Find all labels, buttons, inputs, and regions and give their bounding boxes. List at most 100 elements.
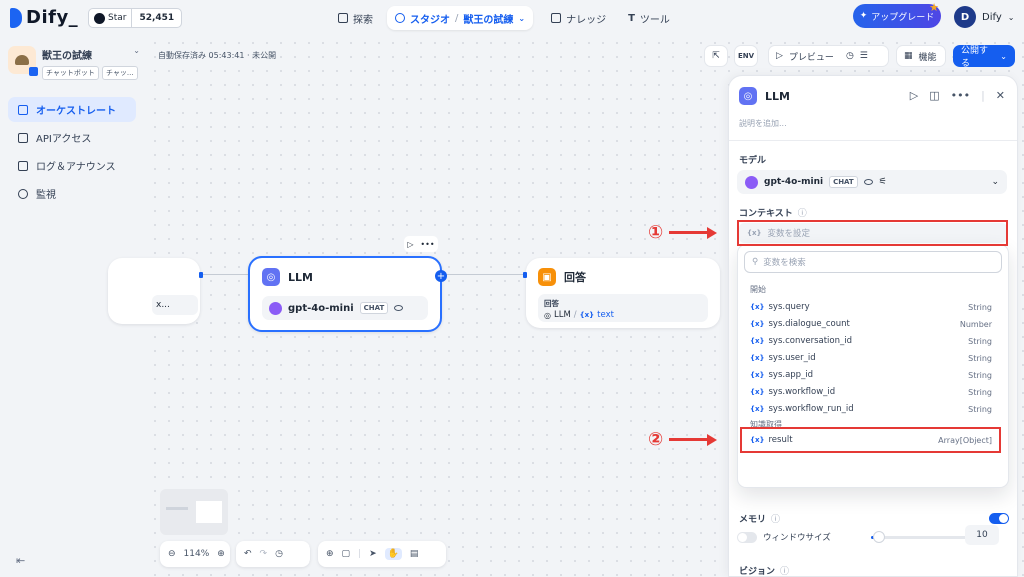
variable-option[interactable]: {x} sys.workflow_id String xyxy=(750,384,992,400)
variable-option[interactable]: {x} sys.workflow_run_id String xyxy=(750,401,992,417)
llm-ref-icon: ◎ xyxy=(544,310,551,320)
play-icon[interactable]: ▷ xyxy=(910,89,918,102)
nav-tools[interactable]: T ツール xyxy=(620,6,678,30)
features-button[interactable]: ▦ 機能 xyxy=(896,45,946,67)
brand-name: Dify_ xyxy=(26,7,79,28)
nav-explore[interactable]: 探索 xyxy=(330,6,381,30)
llm-node[interactable]: ◎ LLM gpt-4o-mini CHAT + xyxy=(248,256,447,332)
nav-studio[interactable]: スタジオ / 獣王の試練 ⌄ xyxy=(387,6,534,30)
note-icon[interactable]: ▢ xyxy=(342,549,351,559)
node-handle[interactable] xyxy=(199,272,203,278)
group-start: 開始 xyxy=(750,285,766,294)
variable-option[interactable]: {x} sys.user_id String xyxy=(750,350,992,366)
star-icon: ★ xyxy=(929,1,939,14)
more-icon[interactable]: ••• xyxy=(420,240,434,249)
openai-icon xyxy=(269,301,282,315)
window-size-input[interactable]: 10 xyxy=(965,525,999,545)
sidebar-item-logs[interactable]: ログ＆アナウンス xyxy=(8,153,136,178)
more-icon[interactable]: ••• xyxy=(951,89,970,102)
app-tag: チャットボット xyxy=(42,66,99,80)
annotation-arrow-1: ① xyxy=(648,222,718,243)
chevron-down-icon: ⌄ xyxy=(133,46,140,55)
play-icon[interactable]: ▷ xyxy=(407,240,413,249)
terminal-icon xyxy=(18,132,28,143)
annotation-arrow-2: ② xyxy=(648,429,718,450)
memory-toggle[interactable] xyxy=(989,513,1009,524)
zoom-controls: ⊖ 114% ⊕ xyxy=(160,541,230,567)
pointer-icon[interactable]: ➤ xyxy=(369,549,377,559)
variable-icon: {x} xyxy=(750,354,765,362)
add-block-icon[interactable]: ⊕ xyxy=(326,549,334,559)
history-icon[interactable]: ◷ xyxy=(275,549,283,559)
add-node-icon[interactable]: + xyxy=(435,270,447,282)
book-icon xyxy=(551,13,562,23)
nav-knowledge[interactable]: ナレッジ xyxy=(543,6,614,30)
slider-handle[interactable] xyxy=(872,530,885,543)
collapse-sidebar-icon[interactable]: ⇤ xyxy=(16,554,25,567)
history-icon[interactable]: ◷ xyxy=(846,51,854,61)
app-name: 獣王の試練 xyxy=(42,51,92,62)
organize-icon[interactable]: ▤ xyxy=(410,549,419,559)
env-button[interactable]: ENV xyxy=(734,45,758,67)
variable-icon: {x} xyxy=(750,371,765,379)
checklist-button[interactable]: ⇱ xyxy=(704,45,728,67)
orchestrate-icon xyxy=(18,104,28,115)
variable-option[interactable]: {x} sys.dialogue_count Number xyxy=(750,316,992,332)
sidebar-item-monitoring[interactable]: 監視 xyxy=(8,181,136,206)
split-view-icon[interactable]: ◫ xyxy=(929,89,939,102)
hand-icon[interactable]: ✋ xyxy=(384,548,402,560)
variable-icon: {x} xyxy=(750,405,765,413)
close-icon[interactable]: ✕ xyxy=(996,89,1005,102)
app-info[interactable]: 獣王の試練 ⌄ チャットボット チャッ... xyxy=(8,46,142,80)
start-node[interactable]: x... xyxy=(108,258,203,324)
variable-option[interactable]: {x} sys.app_id String xyxy=(750,367,992,383)
zoom-out-icon[interactable]: ⊖ xyxy=(168,549,176,559)
answer-icon: ▣ xyxy=(538,268,556,286)
openai-icon xyxy=(745,175,758,189)
llm-model: gpt-4o-mini CHAT xyxy=(262,296,428,320)
help-icon[interactable]: ⓘ xyxy=(771,512,780,525)
answer-node[interactable]: ▣ 回答 回答 ◎ LLM / {x} text xyxy=(523,258,720,328)
canvas-tools: ⊕ ▢ | ➤ ✋ ▤ xyxy=(318,541,446,567)
variable-icon: {x} xyxy=(750,388,765,396)
memory-label: メモリ xyxy=(739,515,767,525)
variable-option[interactable]: {x} sys.query String xyxy=(750,299,992,315)
variable-option[interactable]: {x} sys.conversation_id String xyxy=(750,333,992,349)
upgrade-button[interactable]: ✦ アップグレード ★ xyxy=(853,1,941,28)
sidebar-item-orchestrate[interactable]: オーケストレート xyxy=(8,97,136,122)
main-nav: 探索 スタジオ / 獣王の試練 ⌄ ナレッジ T ツール xyxy=(330,6,678,30)
dify-logo[interactable]: Dify_ xyxy=(10,7,78,28)
external-icon: ⇱ xyxy=(712,51,720,61)
publish-button[interactable]: 公開する ⌄ xyxy=(953,45,1015,69)
redo-icon[interactable]: ↷ xyxy=(260,549,268,559)
model-selector[interactable]: gpt-4o-mini CHAT ⚟ ⌄ xyxy=(737,170,1007,194)
minimap[interactable] xyxy=(160,489,228,535)
sidebar-item-api[interactable]: APIアクセス xyxy=(8,125,136,150)
edge xyxy=(200,274,248,275)
settings-sliders-icon[interactable]: ⚟ xyxy=(879,177,887,187)
window-size-toggle[interactable] xyxy=(737,531,757,543)
user-menu[interactable]: D Dify ⌄ xyxy=(954,6,1014,28)
zoom-in-icon[interactable]: ⊕ xyxy=(217,549,225,559)
help-icon[interactable]: ⓘ xyxy=(798,206,807,219)
grid-icon: ▦ xyxy=(904,51,913,61)
top-bar: Dify_ Star 52,451 探索 スタジオ / 獣王の試練 ⌄ ナレッジ… xyxy=(0,0,1024,36)
node-actions: ▷ ••• xyxy=(404,236,438,252)
description-input[interactable]: 説明を追加... xyxy=(739,118,787,129)
avatar: D xyxy=(954,6,976,28)
zoom-level[interactable]: 114% xyxy=(184,549,210,559)
llm-icon: ◎ xyxy=(739,87,757,105)
chevron-down-icon: ⌄ xyxy=(518,13,526,23)
preview-button[interactable]: プレビュー xyxy=(789,50,834,63)
window-size-slider[interactable] xyxy=(870,530,971,543)
current-app-name: 獣王の試練 xyxy=(463,14,514,26)
checklist-icon[interactable]: ☰ xyxy=(860,51,868,61)
annotation-box-result xyxy=(740,427,1001,453)
search-icon: ⚲ xyxy=(752,257,759,267)
node-handle[interactable] xyxy=(523,272,527,278)
undo-icon[interactable]: ↶ xyxy=(244,549,252,559)
variable-search-input[interactable]: ⚲ 変数を検索 xyxy=(744,251,1002,273)
help-icon[interactable]: ⓘ xyxy=(780,564,789,576)
dify-logo-icon xyxy=(10,7,22,28)
github-star-button[interactable]: Star 52,451 xyxy=(88,8,183,28)
